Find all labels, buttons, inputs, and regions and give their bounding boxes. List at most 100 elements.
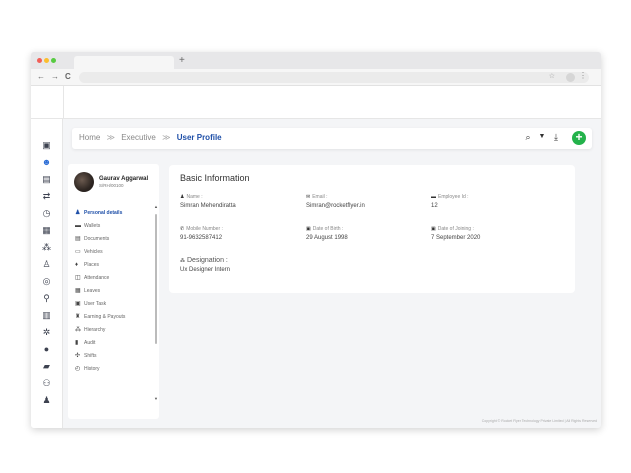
profile-menu-scrollbar[interactable] [155, 214, 157, 344]
group-icon: ⁂ [180, 258, 185, 264]
breadcrumb-separator: ≫ [106, 133, 115, 142]
menu-item-personal-details[interactable]: ♟ Personal details [75, 207, 122, 219]
report-icon[interactable]: ▥ [40, 309, 53, 322]
menu-item-audit[interactable]: ▮ Audit [75, 337, 95, 349]
leaves-icon: ▦ [75, 288, 81, 294]
menu-item-documents[interactable]: ▤ Documents [75, 233, 109, 245]
field-name: ♟ Name : Simran Mehendiratta [180, 194, 236, 209]
add-button[interactable]: + [572, 131, 586, 145]
user-group-icon[interactable]: ☻ [40, 156, 53, 169]
table-icon[interactable]: ▦ [40, 224, 53, 237]
footer-copyright: Copyright © Rocket Flyer Technology Priv… [481, 419, 597, 423]
field-name-value: Simran Mehendiratta [180, 203, 236, 209]
place-icon: ♦ [75, 262, 79, 268]
app-header [31, 86, 601, 119]
browser-window: + ← → C ☆ ⋮ ▣ ☻ ▤ ⇄ ◷ ▦ ⁂ ♙ ◎ ⚲ ▥ ✲ ● ▰ … [31, 52, 601, 428]
settings-icon[interactable]: ✲ [40, 326, 53, 339]
back-icon[interactable]: ← [37, 72, 45, 81]
breadcrumb: Home ≫ Executive ≫ User Profile ⌕ ▼ ⤓ + [72, 128, 592, 149]
filter-icon[interactable]: ▼ [536, 133, 548, 140]
menu-item-leaves[interactable]: ▦ Leaves [75, 285, 100, 297]
field-designation-value: Ux Designer Intern [180, 267, 231, 273]
breadcrumb-executive-link[interactable]: Executive [121, 133, 156, 142]
person-icon: ♟ [180, 194, 185, 200]
menu-item-places[interactable]: ♦ Places [75, 259, 99, 271]
scroll-up-arrow[interactable]: ▲ [154, 204, 158, 209]
field-date-of-birth-value: 29 August 1998 [306, 235, 348, 241]
bookmark-star-icon[interactable]: ☆ [549, 72, 555, 80]
menu-item-vehicles[interactable]: ▭ Vehicles [75, 246, 103, 258]
basic-information-card: Basic Information ♟ Name : Simran Mehendi… [169, 165, 575, 293]
download-icon[interactable]: ⤓ [550, 132, 562, 143]
field-employee-id-value: 12 [431, 203, 438, 209]
menu-item-hierarchy[interactable]: ⁂ Hierarchy [75, 324, 105, 336]
field-date-of-joining-value: 7 September 2020 [431, 235, 481, 241]
menu-item-wallets[interactable]: ▬ Wallets [75, 220, 100, 232]
phone-icon: ✆ [180, 226, 185, 232]
timer-icon[interactable]: ◷ [40, 207, 53, 220]
field-employee-id: ▬ Employee Id : 12 [431, 194, 469, 209]
dashboard-icon[interactable]: ▣ [40, 139, 53, 152]
breadcrumb-current: User Profile [176, 133, 222, 142]
task-icon: ▣ [75, 301, 81, 307]
breadcrumb-trail: Home ≫ Executive ≫ User Profile [79, 133, 222, 142]
scroll-down-arrow[interactable]: ▼ [154, 396, 158, 401]
org-icon[interactable]: ⚇ [40, 377, 53, 390]
person-icon: ♟ [75, 210, 81, 216]
browser-tab[interactable] [74, 56, 174, 69]
maximize-window-button[interactable] [51, 58, 56, 63]
menu-item-earning-payouts[interactable]: ♜ Earning & Payouts [75, 311, 125, 323]
shifts-icon: ✣ [75, 353, 81, 359]
hierarchy-icon: ⁂ [75, 327, 81, 333]
documents-icon[interactable]: ▤ [40, 173, 53, 186]
inventory-icon[interactable]: ♙ [40, 258, 53, 271]
section-title: Basic Information [180, 173, 250, 183]
menu-item-user-task[interactable]: ▣ User Task [75, 298, 106, 310]
menu-item-shifts[interactable]: ✣ Shifts [75, 350, 97, 362]
new-tab-button[interactable]: + [179, 55, 185, 66]
reload-icon[interactable]: C [65, 72, 71, 81]
field-date-of-joining: ▣ Date of Joining : 7 September 2020 [431, 226, 481, 241]
menu-item-attendance[interactable]: ◫ Attendance [75, 272, 109, 284]
person-icon[interactable]: ♟ [40, 394, 53, 407]
attendance-icon: ◫ [75, 275, 81, 281]
coins-icon[interactable]: ◎ [40, 275, 53, 288]
documents-icon: ▤ [75, 236, 81, 242]
audit-icon: ▮ [75, 340, 79, 346]
breadcrumb-separator: ≫ [162, 133, 171, 142]
search-icon[interactable]: ⌕ [522, 132, 534, 143]
url-input[interactable]: ☆ ⋮ [79, 71, 589, 83]
chat-icon[interactable]: ▰ [40, 360, 53, 373]
team-icon[interactable]: ⁂ [40, 241, 53, 254]
browser-profile-avatar[interactable] [566, 73, 575, 82]
calendar-icon: ▣ [306, 226, 311, 232]
field-designation: ⁂ Designation : Ux Designer Intern [180, 257, 231, 273]
transfer-icon[interactable]: ⇄ [40, 190, 53, 203]
field-email: ✉ Email : Simran@rocketflyer.in [306, 194, 365, 209]
forward-icon[interactable]: → [51, 72, 59, 81]
app-sidebar: ▣ ☻ ▤ ⇄ ◷ ▦ ⁂ ♙ ◎ ⚲ ▥ ✲ ● ▰ ⚇ ♟ [31, 119, 63, 428]
history-icon: ◴ [75, 366, 81, 372]
profile-name: Gaurav Aggarwal [99, 176, 149, 182]
calendar-icon: ▣ [431, 226, 436, 232]
close-window-button[interactable] [37, 58, 42, 63]
menu-item-history[interactable]: ◴ History [75, 363, 100, 375]
vehicle-icon: ▭ [75, 249, 81, 255]
field-date-of-birth: ▣ Date of Birth : 29 August 1998 [306, 226, 348, 241]
mail-icon: ✉ [306, 194, 311, 200]
browser-titlebar: + [31, 52, 601, 69]
earning-icon: ♜ [75, 314, 81, 320]
avatar [74, 172, 94, 192]
browser-menu-icon[interactable]: ⋮ [579, 71, 587, 80]
minimize-window-button[interactable] [44, 58, 49, 63]
field-mobile-number: ✆ Mobile Number : 91-9632587412 [180, 226, 223, 241]
address-bar-row: ← → C ☆ ⋮ [31, 69, 601, 86]
profile-id: S/RH/00100 [99, 183, 124, 188]
id-card-icon: ▬ [431, 194, 436, 200]
toolbar-actions: ⌕ ▼ ⤓ + [522, 131, 586, 146]
breadcrumb-home-link[interactable]: Home [79, 133, 100, 142]
map-pin-icon[interactable]: ● [40, 343, 53, 356]
field-email-value: Simran@rocketflyer.in [306, 203, 365, 209]
field-mobile-number-value: 91-9632587412 [180, 235, 223, 241]
location-icon[interactable]: ⚲ [40, 292, 53, 305]
